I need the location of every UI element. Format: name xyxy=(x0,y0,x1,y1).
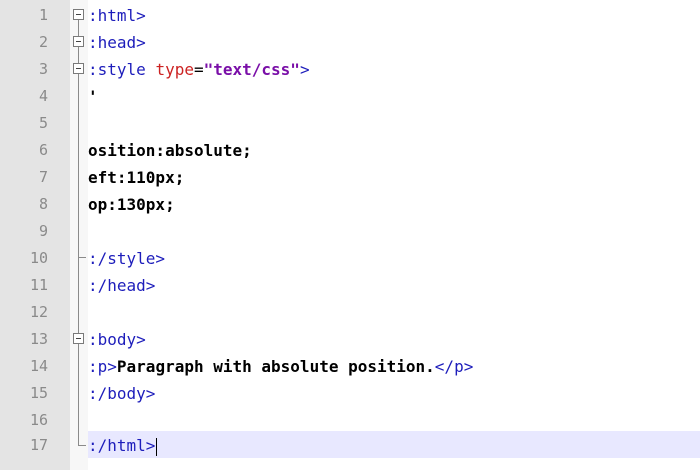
code-line-4[interactable]: 4 ' xyxy=(0,83,700,110)
code-text: :head> xyxy=(88,33,146,52)
line-number: 15 xyxy=(29,384,48,402)
code-line-6[interactable]: 6 osition:absolute; xyxy=(0,137,700,164)
code-line-11[interactable]: 11 :/head> xyxy=(0,272,700,299)
code-text: :/head> xyxy=(88,276,156,295)
tag-token: :style xyxy=(88,60,156,79)
code-line-7[interactable]: 7 eft:110px; xyxy=(0,164,700,191)
code-line-17[interactable]: 17 :/html> xyxy=(0,432,700,459)
code-text: :p>Paragraph with absolute position.</p> xyxy=(88,353,473,380)
line-number: 2 xyxy=(38,33,48,51)
line-number: 3 xyxy=(38,60,48,78)
attribute-token: type xyxy=(155,60,194,79)
code-text: :/style> xyxy=(88,249,166,268)
code-text: osition:absolute; xyxy=(88,141,252,160)
line-number: 14 xyxy=(29,357,48,375)
code-line-12[interactable]: 12 xyxy=(0,299,700,326)
code-line-1[interactable]: 1 :html> xyxy=(0,2,700,29)
line-number: 16 xyxy=(29,411,48,429)
fold-toggle-icon[interactable] xyxy=(73,36,84,47)
code-line-16[interactable]: 16 xyxy=(0,407,700,434)
text-token: Paragraph with absolute position. xyxy=(116,357,435,376)
code-text: op:130px; xyxy=(88,195,175,214)
code-line-3[interactable]: 3 :style type="text/css"> xyxy=(0,56,700,83)
line-number: 9 xyxy=(38,222,48,240)
code-text: :html> xyxy=(88,6,146,25)
tag-close-token: > xyxy=(299,60,310,79)
code-text: ' xyxy=(88,87,98,106)
code-text: :/html> xyxy=(88,432,158,459)
code-line-13[interactable]: 13 :body> xyxy=(0,326,700,353)
attribute-value-token: "text/css" xyxy=(203,60,300,79)
text-cursor xyxy=(156,437,158,456)
fold-toggle-icon[interactable] xyxy=(73,9,84,20)
code-line-8[interactable]: 8 op:130px; xyxy=(0,191,700,218)
code-text: :/body> xyxy=(88,384,156,403)
code-editor[interactable]: 1 :html> 2 :head> 3 :style type="text/cs… xyxy=(0,0,700,470)
code-line-15[interactable]: 15 :/body> xyxy=(0,380,700,407)
line-number: 5 xyxy=(38,114,48,132)
line-number: 13 xyxy=(29,330,48,348)
line-number: 7 xyxy=(38,168,48,186)
tag-token: :/html> xyxy=(88,436,156,455)
line-number: 4 xyxy=(38,87,48,105)
code-line-9[interactable]: 9 xyxy=(0,218,700,245)
line-number: 8 xyxy=(38,195,48,213)
code-line-5[interactable]: 5 xyxy=(0,110,700,137)
line-number: 17 xyxy=(29,436,48,454)
fold-toggle-icon[interactable] xyxy=(73,63,84,74)
code-text: :style type="text/css"> xyxy=(88,56,310,83)
tag-close-token: </p> xyxy=(434,357,474,376)
code-text: :body> xyxy=(88,330,146,349)
code-line-2[interactable]: 2 :head> xyxy=(0,29,700,56)
code-line-10[interactable]: 10 :/style> xyxy=(0,245,700,272)
line-number: 12 xyxy=(29,303,48,321)
line-number: 10 xyxy=(29,249,48,267)
line-number: 6 xyxy=(38,141,48,159)
tag-token: :p> xyxy=(88,357,117,376)
equals-token: = xyxy=(193,60,204,79)
line-number: 1 xyxy=(38,6,48,24)
fold-toggle-icon[interactable] xyxy=(73,333,84,344)
line-number: 11 xyxy=(29,276,48,294)
code-line-14[interactable]: 14 :p>Paragraph with absolute position.<… xyxy=(0,353,700,380)
code-text: eft:110px; xyxy=(88,168,185,187)
